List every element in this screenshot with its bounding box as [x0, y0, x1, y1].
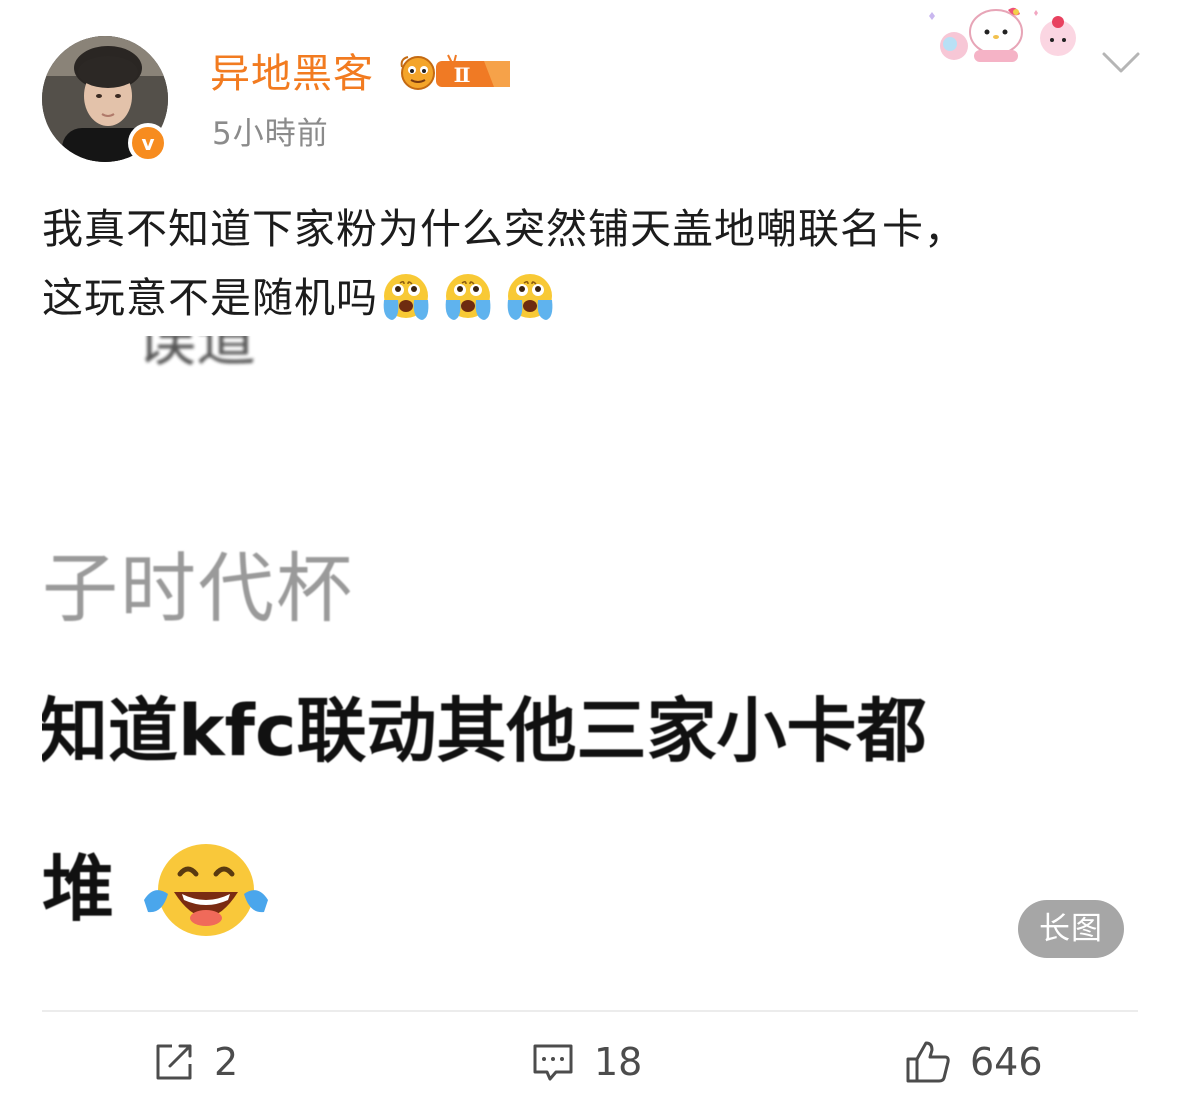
post-text-line-2: 这玩意不是随机吗 [42, 264, 1142, 343]
image-text-line-3: 堆 [42, 847, 115, 931]
laughing-crying-emoji-icon [144, 844, 268, 936]
verified-badge-icon: v [128, 123, 168, 163]
divider [42, 1010, 1138, 1012]
repost-count: 2 [214, 1040, 239, 1084]
thumbs-up-icon [906, 1041, 950, 1083]
long-image-tag[interactable]: 长图 [1018, 900, 1124, 958]
like-count: 646 [970, 1040, 1043, 1084]
like-button[interactable]: 646 [904, 1034, 1043, 1090]
chevron-down-icon[interactable] [1100, 46, 1142, 80]
crying-emoji-group [378, 270, 564, 343]
repost-button[interactable]: 2 [152, 1034, 238, 1090]
comment-icon [533, 1044, 573, 1081]
hello-kitty-decoration-icon [929, 7, 1076, 62]
crying-emoji-icon [445, 274, 491, 320]
post-text-line-1: 我真不知道下家粉为什么突然铺天盖地嘲联名卡， [42, 205, 966, 253]
image-text-cutoff: 误道 [136, 336, 256, 375]
badge-level-text: Ⅱ [454, 63, 471, 87]
weibo-post-card: v 异地黑客 Ⅱ 5小時前 我真不知道下家粉为什么突然铺天盖地嘲联名卡， 这玩意… [0, 0, 1179, 1104]
username[interactable]: 异地黑客 [210, 48, 374, 100]
post-timestamp: 5小時前 [212, 116, 329, 152]
comment-count: 18 [594, 1040, 643, 1084]
post-image[interactable]: 误道 子时代杯 知道kfc联动其他三家小卡都 堆 [42, 336, 1138, 962]
comment-button[interactable]: 18 [530, 1034, 642, 1090]
post-text-line-2-text: 这玩意不是随机吗 [42, 274, 378, 322]
crying-emoji-icon [383, 274, 429, 320]
image-text-line-1: 子时代杯 [42, 544, 354, 633]
image-text-line-2: 知道kfc联动其他三家小卡都 [42, 690, 927, 772]
member-level-badge-icon: Ⅱ [400, 54, 510, 90]
post-body: 我真不知道下家粉为什么突然铺天盖地嘲联名卡， 这玩意不是随机吗 [42, 195, 1142, 343]
crying-emoji-icon [507, 274, 553, 320]
repost-icon [156, 1044, 192, 1080]
